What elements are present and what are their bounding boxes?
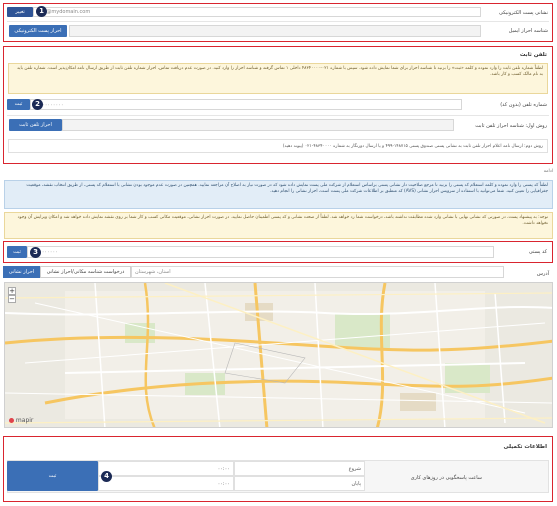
postcode-label: کد پستی [528,249,547,255]
annotation-badge-1: 1 [36,6,47,17]
address-info-alert: لطفاً کد پستی را وارد نموده و کلمه استعل… [4,180,553,209]
end-time-input[interactable]: ۰۰:۰۰ [98,476,234,491]
phone-code-input[interactable] [62,119,454,131]
phone-note: روش دوم: ارسال نامه اعلام احراز تلفن ثاب… [8,139,548,153]
section-title: تلفن ثابت [519,52,547,58]
address-warning-alert: توجه: به پیشنهاد پست، در صورتی که نشانی … [4,212,553,239]
phone-submit-button[interactable]: ثبت [7,99,30,110]
postcode-section: کد پستی ۰۰۰۰۰۰۰۰۰۰ ثبت 3 [3,241,553,263]
verify-email-button[interactable]: احراز پست الکترونیکی [9,25,67,37]
start-label: شروع [234,461,365,476]
hours-submit-button[interactable]: ثبت [7,461,98,491]
map-brand-logo: mapir [9,417,33,424]
landline-alert: لطفاً شماره تلفن ثابت را وارد نموده و کل… [8,63,548,94]
hours-section: اطلاعات تکمیلی ساعت پاسخگویی در روزهای ک… [3,436,553,502]
annotation-badge-3: 3 [30,247,41,258]
postcode-submit-button[interactable]: ثبت [7,246,27,258]
verify-phone-button[interactable]: احراز تلفن ثابت [9,119,62,131]
address-label: آدرس [536,271,549,277]
postcode-input[interactable]: ۰۰۰۰۰۰۰۰۰۰ [27,246,494,258]
method-label: روش اول: شناسه احراز تلفن ثابت [475,123,547,129]
map-view[interactable]: + − mapir [4,282,553,428]
hours-label: ساعت پاسخگویی در روزهای کاری [410,475,482,481]
divider [7,115,549,116]
email-section: نشانی پست الکترونیکی info@mydomain.com ت… [3,3,553,42]
end-label: پایان [234,476,365,491]
address-input[interactable]: استان، شهرستان [131,266,504,278]
landline-section: تلفن ثابت لطفاً شماره تلفن ثابت را وارد … [3,46,553,164]
email-input[interactable]: info@mydomain.com [33,7,481,17]
confirm-email-label: شناسه احراز ایمیل [508,28,548,34]
phone-input[interactable]: ۰۲۱۰۰۰۰۰۰۰۰ [30,99,462,110]
continue-text: ادامه [543,169,553,174]
map-pin-icon [9,418,14,423]
tab-verify-address[interactable]: احراز نشانی [3,266,40,278]
change-email-button[interactable]: تغییر [7,7,33,17]
tab-request-location[interactable]: درخواست شناسه مکانی/احراز نشانی [40,266,131,278]
confirm-email-input[interactable] [69,25,481,37]
annotation-badge-4: 4 [101,471,112,482]
start-time-input[interactable]: ۰۰:۰۰ [98,461,234,476]
email-label: نشانی پست الکترونیکی [498,10,548,16]
annotation-badge-2: 2 [32,99,43,110]
zoom-out-button[interactable]: − [8,295,16,303]
map-brand-text: mapir [15,417,34,424]
phone-label: شماره تلفن (بدون کد) [500,102,547,108]
section-title: اطلاعات تکمیلی [503,444,547,450]
map-streets [5,283,552,427]
divider [7,21,549,22]
zoom-in-button[interactable]: + [8,287,16,295]
